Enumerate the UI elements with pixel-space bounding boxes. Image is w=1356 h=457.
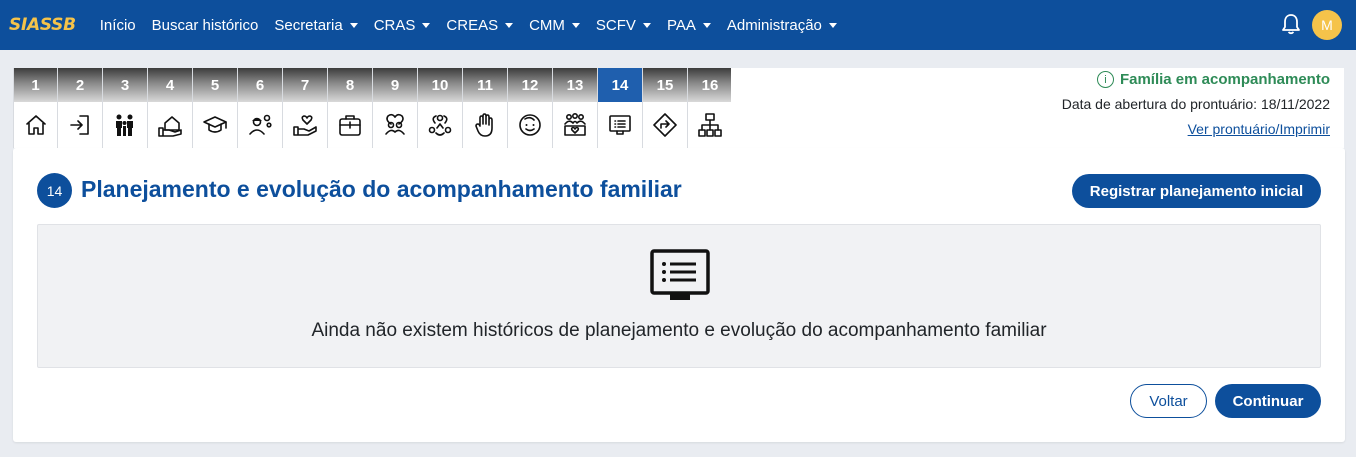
step-number: 14 (598, 68, 642, 102)
nav-item-inicio[interactable]: Início (100, 17, 136, 34)
step-number: 5 (193, 68, 237, 102)
step-tab-3[interactable]: 3 (103, 68, 148, 148)
section-number-badge: 14 (37, 173, 72, 208)
step-number: 8 (328, 68, 372, 102)
step-tab-16[interactable]: 16 (688, 68, 733, 148)
display-list-icon (598, 102, 642, 148)
step-tab-8[interactable]: 8 (328, 68, 373, 148)
step-tab-12[interactable]: 12 (508, 68, 553, 148)
step-number: 6 (238, 68, 282, 102)
network-people-icon (418, 102, 462, 148)
nav-item-cras[interactable]: CRAS (374, 17, 431, 34)
continue-button[interactable]: Continuar (1215, 384, 1321, 418)
caret-down-icon (349, 22, 358, 28)
step-tab-11[interactable]: 11 (463, 68, 508, 148)
community-icon (553, 102, 597, 148)
step-number: 12 (508, 68, 552, 102)
hand-heart-icon (283, 102, 327, 148)
step-tab-4[interactable]: 4 (148, 68, 193, 148)
nav-item-label: CMM (529, 16, 565, 34)
nav-item-cmm[interactable]: CMM (529, 17, 580, 34)
home-icon (14, 102, 57, 148)
nav-item-label: Buscar histórico (151, 16, 259, 34)
worker-gear-icon (238, 102, 282, 148)
step-number: 1 (14, 68, 57, 102)
display-list-icon (650, 249, 710, 300)
caret-down-icon (828, 22, 837, 28)
step-tab-15[interactable]: 15 (643, 68, 688, 148)
register-initial-plan-button[interactable]: Registrar planejamento inicial (1072, 174, 1321, 208)
step-tab-9[interactable]: 9 (373, 68, 418, 148)
housing-hand-icon (148, 102, 192, 148)
nav-item-label: Secretaria (274, 16, 343, 34)
record-info-panel: i Família em acompanhamento Data de aber… (731, 68, 1344, 148)
top-navbar: SIASSB Início Buscar histórico Secretaria C… (0, 0, 1356, 50)
nav-item-label: CREAS (446, 16, 499, 34)
nav-item-label: Administração (726, 16, 822, 34)
empty-state: Ainda não existem históricos de planejam… (37, 224, 1321, 368)
nav-item-secretaria[interactable]: Secretaria (274, 16, 358, 34)
step-tab-2[interactable]: 2 (58, 68, 103, 148)
step-number: 11 (463, 68, 507, 102)
graduation-cap-icon (193, 102, 237, 148)
step-number: 15 (643, 68, 687, 102)
nav-item-paa[interactable]: PAA (667, 17, 711, 34)
status-indicator: i Família em acompanhamento (1096, 71, 1330, 88)
step-number: 2 (58, 68, 102, 102)
step-tab-14[interactable]: 14 (598, 68, 643, 148)
step-tab-7[interactable]: 7 (283, 68, 328, 148)
step-number: 9 (373, 68, 417, 102)
step-number: 7 (283, 68, 327, 102)
step-number: 16 (688, 68, 732, 102)
nav-item-buscar-historico[interactable]: Buscar histórico (152, 17, 259, 34)
login-icon (58, 102, 102, 148)
nav-item-label: Início (99, 16, 136, 34)
raised-hand-icon (463, 102, 507, 148)
caret-down-icon (505, 22, 514, 28)
step-number: 10 (418, 68, 462, 102)
caret-down-icon (702, 22, 711, 28)
step-number: 4 (148, 68, 192, 102)
step-tab-1[interactable]: 1 (13, 68, 58, 148)
people-heart-icon (373, 102, 417, 148)
caret-down-icon (571, 22, 580, 28)
step-tab-5[interactable]: 5 (193, 68, 238, 148)
opening-date: Data de abertura do prontuário: 18/11/20… (1061, 96, 1330, 112)
first-aid-kit-icon (328, 102, 372, 148)
nav-item-label: CRAS (373, 16, 416, 34)
family-icon (103, 102, 147, 148)
step-tab-10[interactable]: 10 (418, 68, 463, 148)
brand-logo[interactable]: SIASSB (9, 15, 76, 35)
nav-item-administracao[interactable]: Administração (727, 17, 837, 34)
back-button[interactable]: Voltar (1130, 384, 1207, 418)
direction-sign-icon (643, 102, 687, 148)
step-tab-6[interactable]: 6 (238, 68, 283, 148)
nav-item-label: SCFV (595, 16, 636, 34)
caret-down-icon (422, 22, 431, 28)
child-face-icon (508, 102, 552, 148)
step-number: 3 (103, 68, 147, 102)
step-tabs: 1 2 3 4 5 6 7 8 9 10 11 12 13 14 15 16 (13, 68, 733, 148)
step-tab-13[interactable]: 13 (553, 68, 598, 148)
main-nav: Início Buscar histórico Secretaria CRAS CREA… (100, 17, 853, 34)
section-title: Planejamento e evolução do acompanhament… (81, 176, 682, 202)
view-record-print-link[interactable]: Ver prontuário/Imprimir (1188, 121, 1330, 137)
status-text: Família em acompanhamento (1119, 71, 1330, 88)
nav-item-label: PAA (666, 16, 696, 34)
user-avatar[interactable]: M (1312, 10, 1342, 40)
nav-item-creas[interactable]: CREAS (446, 16, 514, 34)
main-card: 14 Planejamento e evolução do acompanham… (13, 148, 1345, 442)
empty-state-message: Ainda não existem históricos de planejam… (311, 320, 1047, 341)
caret-down-icon (642, 22, 651, 28)
nav-item-scfv[interactable]: SCFV (596, 17, 651, 34)
step-number: 13 (553, 68, 597, 102)
info-icon: i (1096, 71, 1114, 88)
sitemap-icon (688, 102, 732, 148)
bell-icon[interactable] (1281, 13, 1301, 35)
